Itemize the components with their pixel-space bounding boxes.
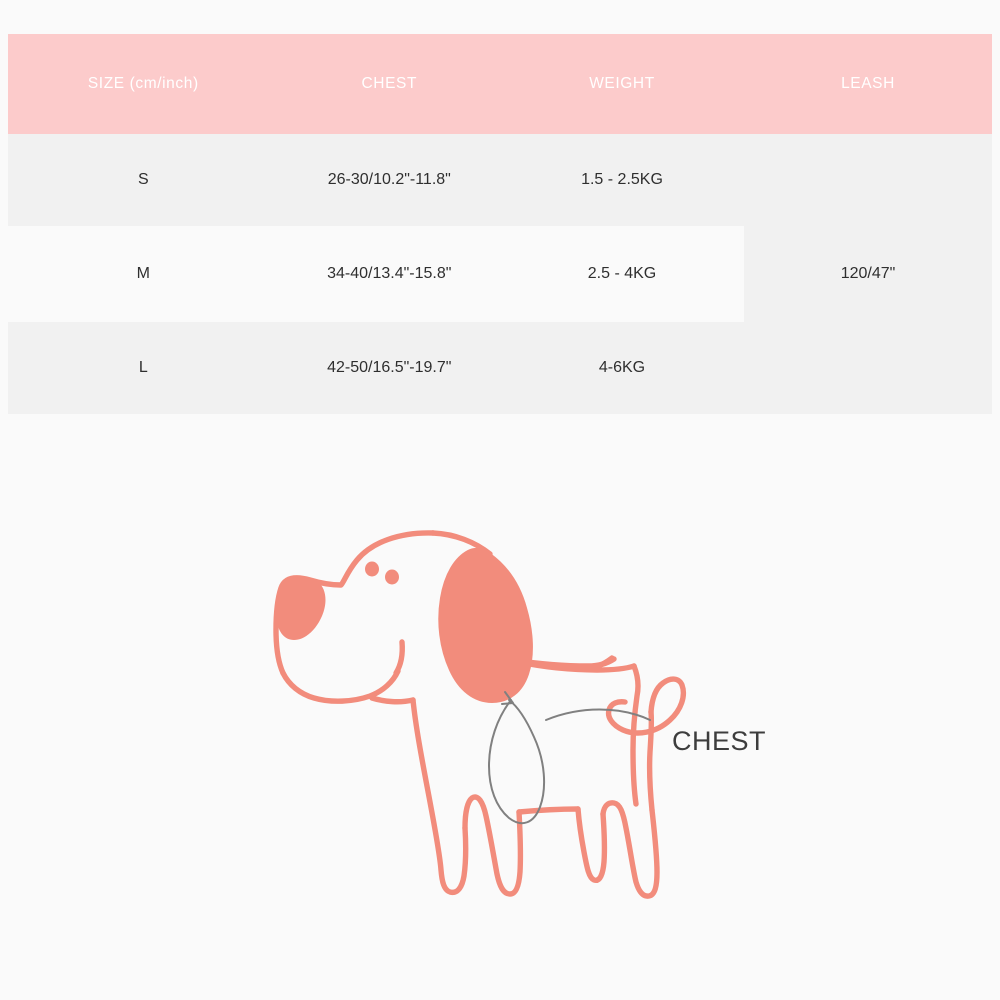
chest-loop-ellipse <box>487 699 546 825</box>
column-header-leash: LEASH <box>841 75 895 92</box>
dog-jaw-path <box>280 668 401 704</box>
size-table: SIZE (cm/inch) CHEST WEIGHT LEASH S 26-3… <box>8 34 992 414</box>
dog-chin-to-chest <box>369 695 416 705</box>
table-header: SIZE (cm/inch) CHEST WEIGHT LEASH <box>8 34 992 134</box>
dog-tail-curl <box>605 676 687 736</box>
table-row: S 26-30/10.2"-11.8" 1.5 - 2.5KG 120/47" <box>8 134 992 414</box>
table-header-row: SIZE (cm/inch) CHEST WEIGHT LEASH <box>8 34 992 134</box>
cell-chest: 26-30/10.2"-11.8" <box>278 134 500 227</box>
column-header-size: SIZE (cm/inch) <box>87 75 199 92</box>
dog-eye-left <box>365 561 379 577</box>
cell-leash: 120/47" <box>744 134 992 414</box>
cell-size: M <box>8 226 279 321</box>
cell-size: L <box>8 320 279 414</box>
column-header-weight: WEIGHT <box>589 75 655 92</box>
cell-weight: 4-6KG <box>499 320 745 414</box>
dog-haunch-line <box>646 709 655 813</box>
dog-neck-connector <box>595 655 615 669</box>
dog-eye-right <box>385 569 399 585</box>
table-body: S 26-30/10.2"-11.8" 1.5 - 2.5KG 120/47" … <box>8 134 992 414</box>
dog-ear-filled <box>438 547 533 704</box>
dog-belly-line <box>516 806 581 815</box>
cell-chest: 34-40/13.4"-15.8" <box>278 226 500 321</box>
cell-size: S <box>8 134 279 227</box>
dog-nose-filled <box>276 577 326 640</box>
size-chart-table: SIZE (cm/inch) CHEST WEIGHT LEASH S 26-3… <box>8 34 992 414</box>
chest-label: CHEST <box>672 726 767 756</box>
column-header-chest: CHEST <box>361 75 418 92</box>
cell-chest: 42-50/16.5"-19.7" <box>278 320 500 414</box>
dog-hind-leg-far <box>575 806 608 883</box>
cell-weight: 2.5 - 4KG <box>499 226 745 321</box>
dog-front-leg-far <box>410 697 469 896</box>
dog-mouth-line <box>393 639 405 676</box>
dog-hind-leg-near <box>600 800 660 899</box>
dog-drawing-svg <box>273 530 687 899</box>
chest-measure-annotation <box>487 691 651 825</box>
dog-measurement-illustration: CHEST <box>0 430 1000 990</box>
dog-front-leg-near <box>462 794 524 897</box>
cell-weight: 1.5 - 2.5KG <box>499 134 745 227</box>
